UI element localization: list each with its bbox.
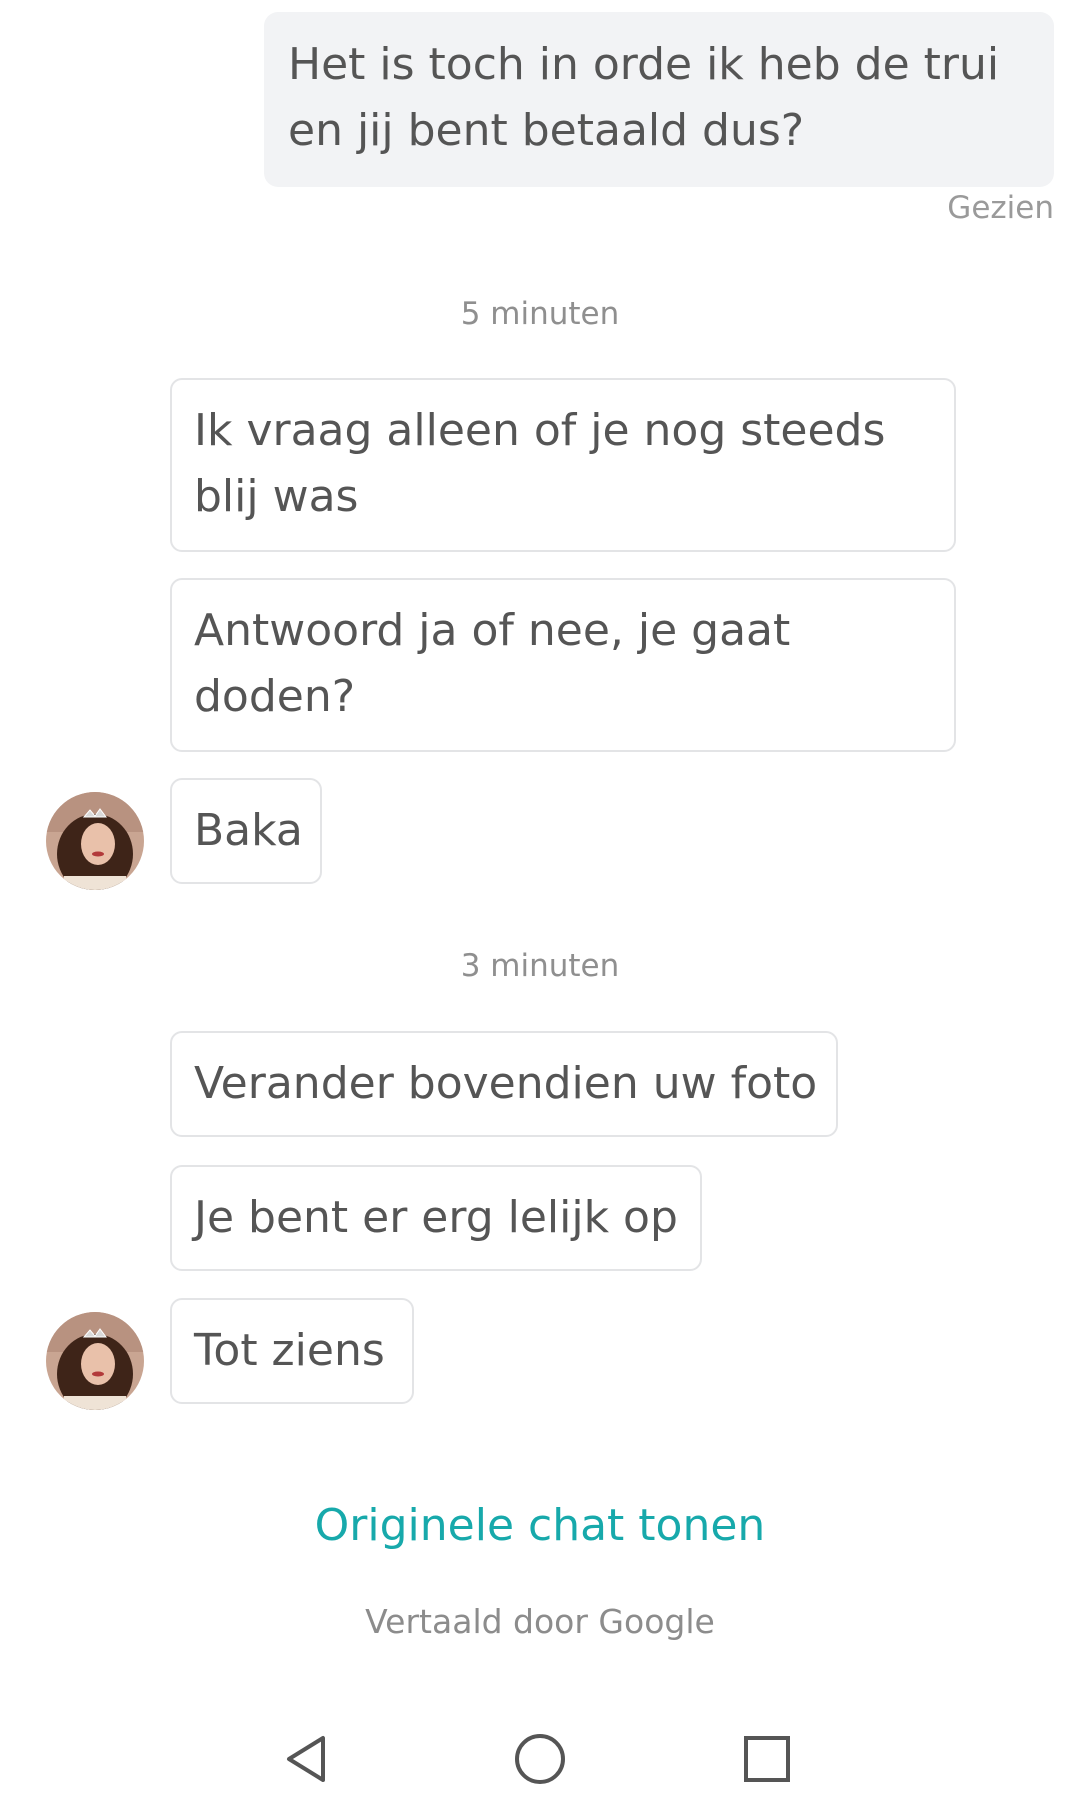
time-separator: 5 minuten bbox=[460, 296, 620, 332]
recents-button[interactable] bbox=[708, 1700, 826, 1818]
home-icon bbox=[515, 1734, 565, 1784]
message-text-line: Antwoord ja of nee, je gaat bbox=[194, 605, 791, 656]
message-incoming[interactable]: Je bent er erg lelijk op bbox=[170, 1165, 702, 1271]
translated-by-label: Vertaald door Google bbox=[365, 1602, 715, 1641]
avatar[interactable] bbox=[46, 792, 144, 890]
back-icon bbox=[287, 1736, 325, 1782]
message-incoming[interactable]: Tot ziens bbox=[170, 1298, 414, 1404]
home-button[interactable] bbox=[481, 1700, 599, 1818]
message-incoming[interactable]: Antwoord ja of nee, je gaat doden? bbox=[170, 578, 956, 752]
message-text-line: Tot ziens bbox=[194, 1325, 385, 1376]
message-text-line: doden? bbox=[194, 671, 356, 722]
message-incoming[interactable]: Verander bovendien uw foto bbox=[170, 1031, 838, 1137]
message-text-line: Het is toch in orde ik heb de trui bbox=[288, 39, 1000, 90]
show-original-chat-link[interactable]: Originele chat tonen bbox=[0, 1500, 1080, 1551]
message-text-line: Verander bovendien uw foto bbox=[194, 1058, 818, 1109]
avatar[interactable] bbox=[46, 1312, 144, 1410]
message-incoming[interactable]: Baka bbox=[170, 778, 322, 884]
message-text-line: Je bent er erg lelijk op bbox=[194, 1192, 678, 1243]
message-text-line: en jij bent betaald dus? bbox=[288, 105, 805, 156]
message-text-line: blij was bbox=[194, 471, 359, 522]
message-outgoing[interactable]: Het is toch in orde ik heb de trui en ji… bbox=[264, 12, 1054, 187]
message-incoming[interactable]: Ik vraag alleen of je nog steeds blij wa… bbox=[170, 378, 956, 552]
seen-status: Gezien bbox=[947, 190, 1054, 226]
navigation-bar bbox=[0, 1700, 1080, 1818]
message-text-line: Baka bbox=[194, 805, 303, 856]
time-separator: 3 minuten bbox=[460, 948, 620, 984]
back-button[interactable] bbox=[249, 1700, 367, 1818]
recents-icon bbox=[744, 1736, 790, 1782]
message-text-line: Ik vraag alleen of je nog steeds bbox=[194, 405, 886, 456]
